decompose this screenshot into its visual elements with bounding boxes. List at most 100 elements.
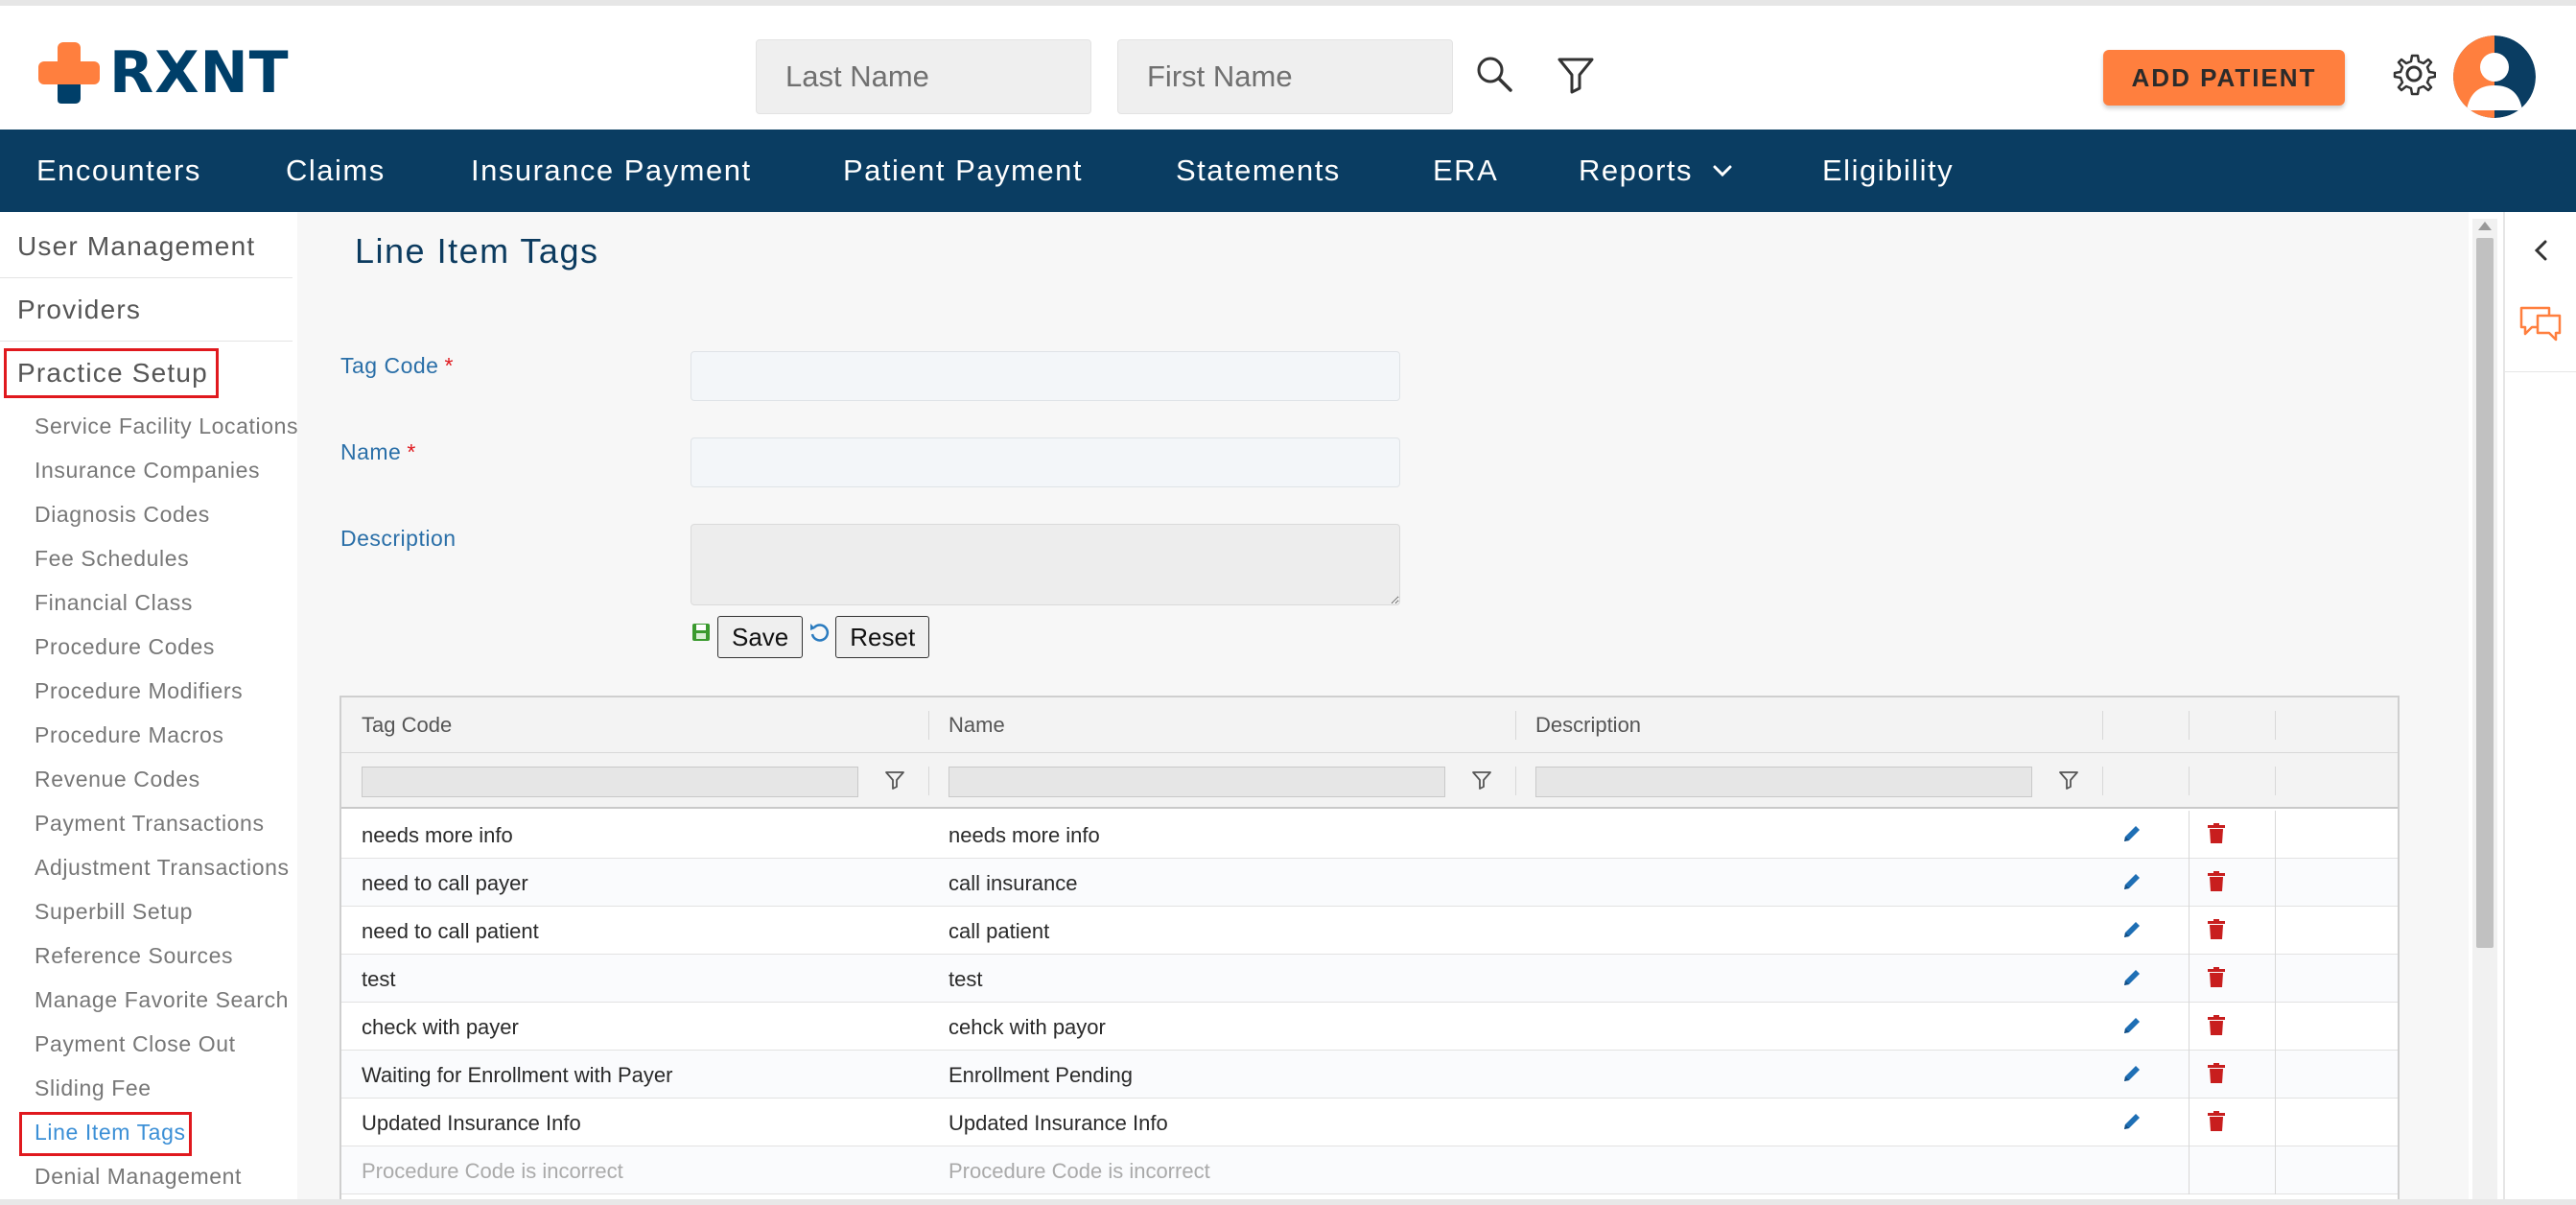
table-row[interactable]: need to call payer call insurance <box>341 859 2398 907</box>
sidebar-item-superbill-setup[interactable]: Superbill Setup <box>35 899 193 925</box>
sidebar-item-payment-close-out[interactable]: Payment Close Out <box>35 1031 236 1057</box>
sidebar-item-fee-schedules[interactable]: Fee Schedules <box>35 546 189 572</box>
column-divider <box>2275 859 2276 907</box>
user-avatar[interactable] <box>2453 35 2536 118</box>
nav-eligibility-label: Eligibility <box>1822 154 1955 187</box>
nav-era[interactable]: ERA <box>1433 130 1498 212</box>
table-row[interactable]: Waiting for Enrollment with Payer Enrollm… <box>341 1051 2398 1099</box>
sidebar-item-adjustment-transactions[interactable]: Adjustment Transactions <box>35 855 290 881</box>
column-divider <box>2189 811 2190 859</box>
window-bottom-edge <box>0 1199 2576 1205</box>
pencil-edit-icon[interactable] <box>2120 870 2143 893</box>
reset-icon <box>810 624 830 642</box>
sidebar-item-diagnosis-codes[interactable]: Diagnosis Codes <box>35 502 210 528</box>
page-title: Line Item Tags <box>355 231 599 271</box>
filter-icon[interactable] <box>1554 52 1598 96</box>
trash-delete-icon[interactable] <box>2205 1014 2228 1037</box>
right-rail <box>2503 212 2576 1205</box>
reset-button[interactable]: Reset <box>835 616 930 658</box>
cell-tag-code: need to call patient <box>362 919 539 943</box>
chevron-left-icon[interactable] <box>2528 237 2555 264</box>
column-divider <box>2189 955 2190 1003</box>
trash-delete-icon[interactable] <box>2205 870 2228 893</box>
column-header-name[interactable]: Name <box>948 713 1005 738</box>
trash-delete-icon[interactable] <box>2205 1062 2228 1085</box>
tag-code-input[interactable] <box>691 351 1400 401</box>
pencil-edit-icon[interactable] <box>2120 966 2143 989</box>
table-row[interactable]: test test <box>341 955 2398 1003</box>
table-row[interactable]: Updated Insurance Info Updated Insurance … <box>341 1099 2398 1146</box>
cell-tag-code: Procedure Code is incorrect <box>362 1159 623 1183</box>
filter-icon[interactable] <box>1471 769 1492 791</box>
column-divider <box>2189 1099 2190 1146</box>
logo-text: RXNT <box>109 39 290 106</box>
chat-icon[interactable] <box>2518 304 2563 344</box>
save-button[interactable]: Save <box>717 616 804 658</box>
first-name-search-input[interactable] <box>1117 39 1453 114</box>
cell-name: cehck with payor <box>948 1015 1106 1039</box>
nav-insurance-payment[interactable]: Insurance Payment <box>471 130 752 212</box>
column-divider <box>2102 767 2103 795</box>
nav-patient-payment[interactable]: Patient Payment <box>843 130 1083 212</box>
search-icon[interactable] <box>1472 52 1516 96</box>
description-label-text: Description <box>340 526 457 551</box>
column-header-description[interactable]: Description <box>1535 713 1641 738</box>
table-row[interactable]: Procedure Code is incorrect Procedure Cod… <box>341 1146 2398 1194</box>
sidebar-item-financial-class[interactable]: Financial Class <box>35 590 193 616</box>
table-row[interactable]: needs more info needs more info <box>341 811 2398 859</box>
trash-delete-icon[interactable] <box>2205 822 2228 845</box>
nav-statements-label: Statements <box>1176 154 1341 187</box>
scroll-up-arrow[interactable] <box>2478 222 2492 230</box>
nav-statements[interactable]: Statements <box>1176 130 1341 212</box>
column-divider <box>2275 955 2276 1003</box>
pencil-edit-icon[interactable] <box>2120 918 2143 941</box>
nav-era-label: ERA <box>1433 154 1499 187</box>
grid-filter-row <box>341 753 2398 809</box>
column-header-tag-code[interactable]: Tag Code <box>362 713 452 738</box>
pencil-edit-icon[interactable] <box>2120 1014 2143 1037</box>
name-input[interactable] <box>691 437 1400 487</box>
description-filter-input[interactable] <box>1535 767 2032 797</box>
trash-delete-icon[interactable] <box>2205 966 2228 989</box>
cell-tag-code: Updated Insurance Info <box>362 1111 581 1135</box>
sidebar-item-insurance-companies[interactable]: Insurance Companies <box>35 458 260 484</box>
nav-encounters[interactable]: Encounters <box>36 130 201 212</box>
sidebar-item-sliding-fee[interactable]: Sliding Fee <box>35 1075 152 1101</box>
nav-encounters-label: Encounters <box>36 154 201 187</box>
sidebar-item-reference-sources[interactable]: Reference Sources <box>35 943 233 969</box>
pencil-edit-icon[interactable] <box>2120 1110 2143 1133</box>
pencil-edit-icon[interactable] <box>2120 822 2143 845</box>
gear-icon[interactable] <box>2392 52 2436 96</box>
nav-claims[interactable]: Claims <box>286 130 386 212</box>
sidebar-providers[interactable]: Providers <box>17 295 141 325</box>
name-filter-input[interactable] <box>948 767 1445 797</box>
sidebar-user-management[interactable]: User Management <box>17 231 255 262</box>
add-patient-button[interactable]: ADD PATIENT <box>2103 50 2345 106</box>
description-textarea[interactable] <box>691 524 1400 605</box>
last-name-search-input[interactable] <box>756 39 1091 114</box>
cell-name: call patient <box>948 919 1050 943</box>
filter-icon[interactable] <box>2058 769 2079 791</box>
pencil-edit-icon[interactable] <box>2120 1062 2143 1085</box>
nav-reports-label: Reports <box>1579 154 1694 187</box>
nav-eligibility[interactable]: Eligibility <box>1822 130 1954 212</box>
rxnt-logo[interactable]: RXNT <box>36 38 290 107</box>
tag-code-filter-input[interactable] <box>362 767 858 797</box>
sidebar-item-procedure-macros[interactable]: Procedure Macros <box>35 722 224 748</box>
table-row[interactable]: need to call patient call patient <box>341 907 2398 955</box>
table-row[interactable]: check with payer cehck with payor <box>341 1003 2398 1051</box>
sidebar-item-procedure-codes[interactable]: Procedure Codes <box>35 634 215 660</box>
sidebar-item-payment-transactions[interactable]: Payment Transactions <box>35 811 265 837</box>
nav-reports[interactable]: Reports <box>1579 130 1733 212</box>
sidebar-item-procedure-modifiers[interactable]: Procedure Modifiers <box>35 678 243 704</box>
scrollbar-thumb[interactable] <box>2476 238 2494 948</box>
sidebar-item-manage-favorite-search[interactable]: Manage Favorite Search <box>35 987 289 1013</box>
sidebar-divider <box>0 341 293 342</box>
sidebar-item-denial-management[interactable]: Denial Management <box>35 1164 242 1190</box>
filter-icon[interactable] <box>884 769 905 791</box>
trash-delete-icon[interactable] <box>2205 1110 2228 1133</box>
sidebar-item-service-facility-locations[interactable]: Service Facility Locations <box>35 413 297 439</box>
sidebar-item-revenue-codes[interactable]: Revenue Codes <box>35 767 200 792</box>
column-divider <box>2189 711 2190 740</box>
trash-delete-icon[interactable] <box>2205 918 2228 941</box>
